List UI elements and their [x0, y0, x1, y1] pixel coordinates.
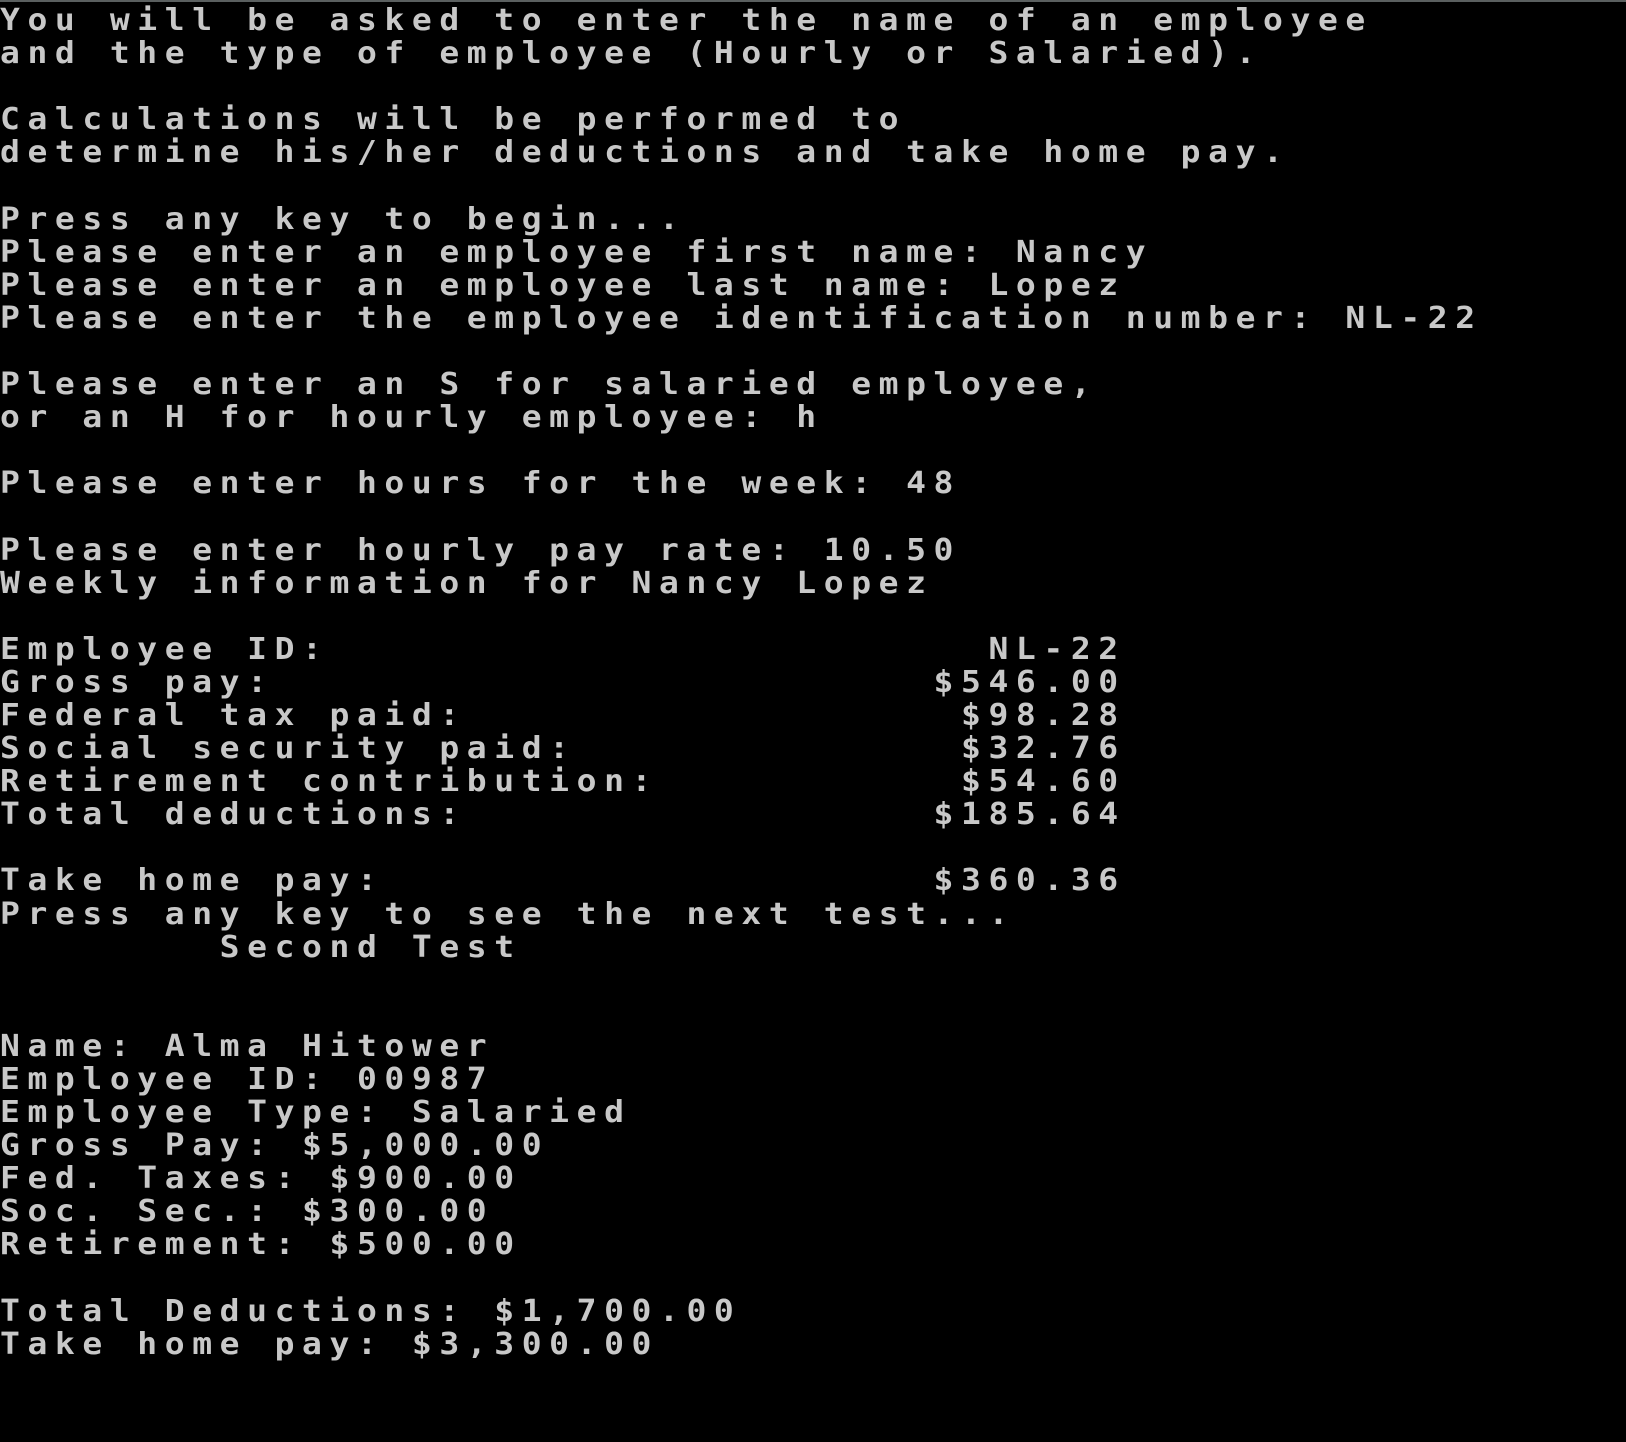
- second-employee-id: Employee ID: 00987: [0, 1062, 495, 1097]
- report-total-deductions: Total deductions: $185.64: [0, 797, 1126, 833]
- second-take-home-pay: Take home pay: $3,300.00: [0, 1326, 659, 1362]
- first-name-prompt: Please enter an employee first name: Nan…: [0, 234, 1154, 270]
- intro-line: determine his/her deductions and take ho…: [0, 135, 1291, 171]
- console-output: You will be asked to enter the name of a…: [0, 4, 1483, 1361]
- second-test-heading: Second Test: [0, 929, 522, 965]
- second-soc-sec: Soc. Sec.: $300.00: [0, 1194, 495, 1230]
- hours-prompt: Please enter hours for the week: 48: [0, 466, 962, 502]
- intro-line: and the type of employee (Hourly or Sala…: [0, 36, 1264, 72]
- second-total-deductions: Total Deductions: $1,700.00: [0, 1293, 742, 1329]
- second-fed-taxes: Fed. Taxes: $900.00: [0, 1161, 522, 1197]
- second-retirement: Retirement: $500.00: [0, 1227, 522, 1263]
- second-gross-pay: Gross Pay: $5,000.00: [0, 1128, 550, 1164]
- console-window[interactable]: You will be asked to enter the name of a…: [0, 0, 1626, 1442]
- intro-line: Calculations will be performed to: [0, 102, 907, 138]
- employee-type-prompt: or an H for hourly employee: h: [0, 400, 824, 436]
- report-federal-tax: Federal tax paid: $98.28: [0, 697, 1126, 733]
- pay-rate-prompt: Please enter hourly pay rate: 10.50: [0, 532, 962, 568]
- employee-id-prompt: Please enter the employee identification…: [0, 300, 1483, 336]
- second-employee-type: Employee Type: Salaried: [0, 1095, 632, 1131]
- report-take-home-pay: Take home pay: $360.36: [0, 863, 1126, 899]
- press-key-prompt: Press any key to begin...: [0, 201, 687, 237]
- next-test-prompt: Press any key to see the next test...: [0, 896, 1016, 932]
- employee-type-prompt: Please enter an S for salaried employee,: [0, 367, 1099, 403]
- intro-line: You will be asked to enter the name of a…: [0, 3, 1373, 38]
- report-gross-pay: Gross pay: $546.00: [0, 664, 1126, 700]
- report-social-security: Social security paid: $32.76: [0, 731, 1126, 767]
- report-retirement: Retirement contribution: $54.60: [0, 764, 1126, 800]
- last-name-prompt: Please enter an employee last name: Lope…: [0, 267, 1126, 303]
- weekly-info-heading: Weekly information for Nancy Lopez: [0, 565, 934, 601]
- second-name: Name: Alma Hitower: [0, 1028, 495, 1064]
- report-employee-id: Employee ID: NL-22: [0, 631, 1126, 667]
